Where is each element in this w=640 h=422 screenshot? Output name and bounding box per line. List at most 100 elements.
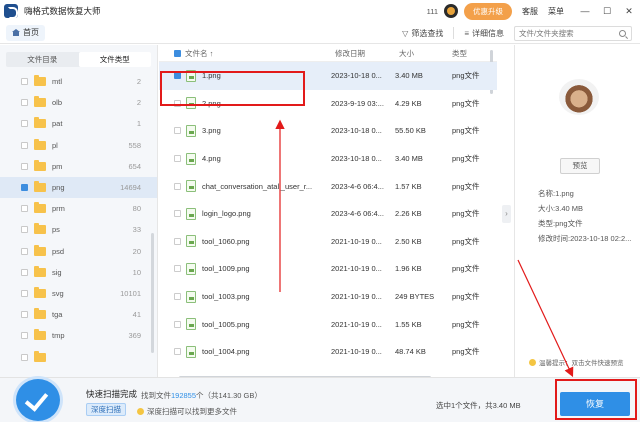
type-count: 1 [136,119,141,129]
type-name: svg [52,288,64,298]
type-count: 654 [128,161,141,171]
preview-button[interactable]: 预览 [560,158,600,174]
type-checkbox[interactable] [21,120,28,128]
file-size: 48.74 KB [395,347,426,357]
preview-tip-text: 温馨提示：双击文件快速预览 [539,360,624,367]
scan-found-summary: 找到文件192855个（共141.30 GB） [141,390,262,401]
file-type-item[interactable]: pl 558 [0,135,157,156]
type-checkbox[interactable] [21,289,28,297]
row-checkbox[interactable] [174,155,181,163]
collapse-preview-handle[interactable]: › [502,205,511,223]
vip-medal-icon[interactable] [444,4,458,18]
close-icon[interactable]: ✕ [618,6,640,17]
folder-icon [34,138,46,150]
sidebar-tabs: 文件目录 文件类型 [6,52,151,67]
tab-file-type[interactable]: 文件类型 [78,52,151,67]
file-type: png文件 [452,209,480,219]
file-date: 2023-10-18 0... [331,126,382,136]
type-checkbox[interactable] [21,353,28,361]
file-size: 2.50 KB [395,236,422,246]
file-type-item[interactable]: mtl 2 [0,71,157,92]
type-checkbox[interactable] [21,205,28,213]
row-checkbox[interactable] [174,127,181,135]
row-checkbox[interactable] [174,293,181,301]
row-checkbox[interactable] [174,265,181,273]
file-name: chat_conversation_atall_user_r... [202,181,313,191]
image-thumbnail [559,79,599,115]
type-name: tga [52,310,63,320]
file-type-item[interactable]: svg 10101 [0,283,157,304]
type-checkbox[interactable] [21,162,28,170]
scan-complete-check-icon [16,379,60,421]
search-icon[interactable] [619,29,626,37]
file-type-item[interactable] [0,346,157,367]
file-type-item[interactable]: pat 1 [0,113,157,134]
file-type-item[interactable]: tga 41 [0,304,157,325]
details-button[interactable]: ≡ 详细信息 [464,28,504,39]
file-name: tool_1004.png [202,347,250,357]
file-name: tool_1060.png [202,236,250,246]
deep-scan-button[interactable]: 深度扫描 [86,403,126,416]
filter-icon: ▽ [402,28,409,38]
file-row[interactable]: tool_1003.png 2021-10-19 0... 249 BYTES png… [159,283,497,311]
file-size: 1.57 KB [395,181,422,191]
column-name[interactable]: 文件名 ↑ [185,48,213,59]
select-all-checkbox[interactable] [174,49,181,58]
column-date[interactable]: 修改日期 [335,48,365,59]
upgrade-button[interactable]: 优惠升级 [464,2,512,20]
type-checkbox[interactable] [21,268,28,276]
file-name: login_logo.png [202,209,251,219]
minimize-icon[interactable]: — [574,6,596,16]
row-checkbox[interactable] [174,320,181,328]
row-checkbox[interactable] [174,182,181,190]
file-type-item[interactable]: ps 33 [0,219,157,240]
type-checkbox[interactable] [21,247,28,255]
file-type-item[interactable]: prm 80 [0,198,157,219]
search-input[interactable] [519,28,619,38]
type-checkbox[interactable] [21,226,28,234]
toolbar-divider [453,27,455,39]
file-row[interactable]: chat_conversation_atall_user_r... 2023-4-… [159,172,497,200]
file-type-sidebar: 文件目录 文件类型 mtl 2 olb 2 pat 1 pl 558 pm 654 png… [0,45,158,377]
file-type-item[interactable]: tmp 369 [0,325,157,346]
file-row[interactable]: 3.png 2023-10-18 0... 55.50 KB png文件 [159,117,497,145]
column-type[interactable]: 类型 [452,48,467,59]
file-row[interactable]: tool_1060.png 2021-10-19 0... 2.50 KB png文件 [159,228,497,256]
type-name: olb [52,98,63,108]
row-checkbox[interactable] [174,348,181,356]
column-size[interactable]: 大小 [399,48,414,59]
file-row[interactable]: tool_1009.png 2021-10-19 0... 1.96 KB png文件 [159,255,497,283]
file-type-item[interactable]: psd 20 [0,241,157,262]
file-row[interactable]: tool_1004.png 2021-10-19 0... 48.74 KB png文… [159,338,497,366]
file-type: png文件 [452,126,480,136]
customer-service-link[interactable]: 客服 [522,6,538,17]
file-type-item-png[interactable]: png 14694 [0,176,157,199]
type-checkbox[interactable] [21,78,28,86]
type-checkbox[interactable] [21,184,28,192]
file-row[interactable]: tool_1005.png 2021-10-19 0... 1.55 KB png文件 [159,310,497,338]
menu-link[interactable]: 菜单 [548,6,564,17]
filter-button[interactable]: ▽ 筛选查找 [402,28,443,39]
file-type-item[interactable]: sig 10 [0,262,157,283]
row-checkbox[interactable] [174,210,181,218]
type-checkbox[interactable] [21,332,28,340]
annotation-box-file [160,71,305,106]
file-type: png文件 [452,264,480,274]
type-checkbox[interactable] [21,141,28,149]
type-name: png [52,183,65,193]
folder-icon [34,202,46,214]
type-checkbox[interactable] [21,99,28,107]
sidebar-scrollbar[interactable] [151,233,154,353]
type-count: 2 [136,98,141,108]
file-row[interactable]: login_logo.png 2023-4-6 06:4... 2.26 KB png… [159,200,497,228]
sort-asc-icon[interactable]: ↑ [210,49,214,58]
tab-home[interactable]: 首页 [6,24,45,41]
file-type: png文件 [452,292,480,302]
type-checkbox[interactable] [21,311,28,319]
file-row[interactable]: 4.png 2023-10-18 0... 3.40 MB png文件 [159,145,497,173]
row-checkbox[interactable] [174,237,181,245]
file-type-item[interactable]: pm 654 [0,156,157,177]
file-type-item[interactable]: olb 2 [0,92,157,113]
maximize-icon[interactable]: ☐ [596,6,618,17]
tab-file-directory[interactable]: 文件目录 [6,52,79,67]
